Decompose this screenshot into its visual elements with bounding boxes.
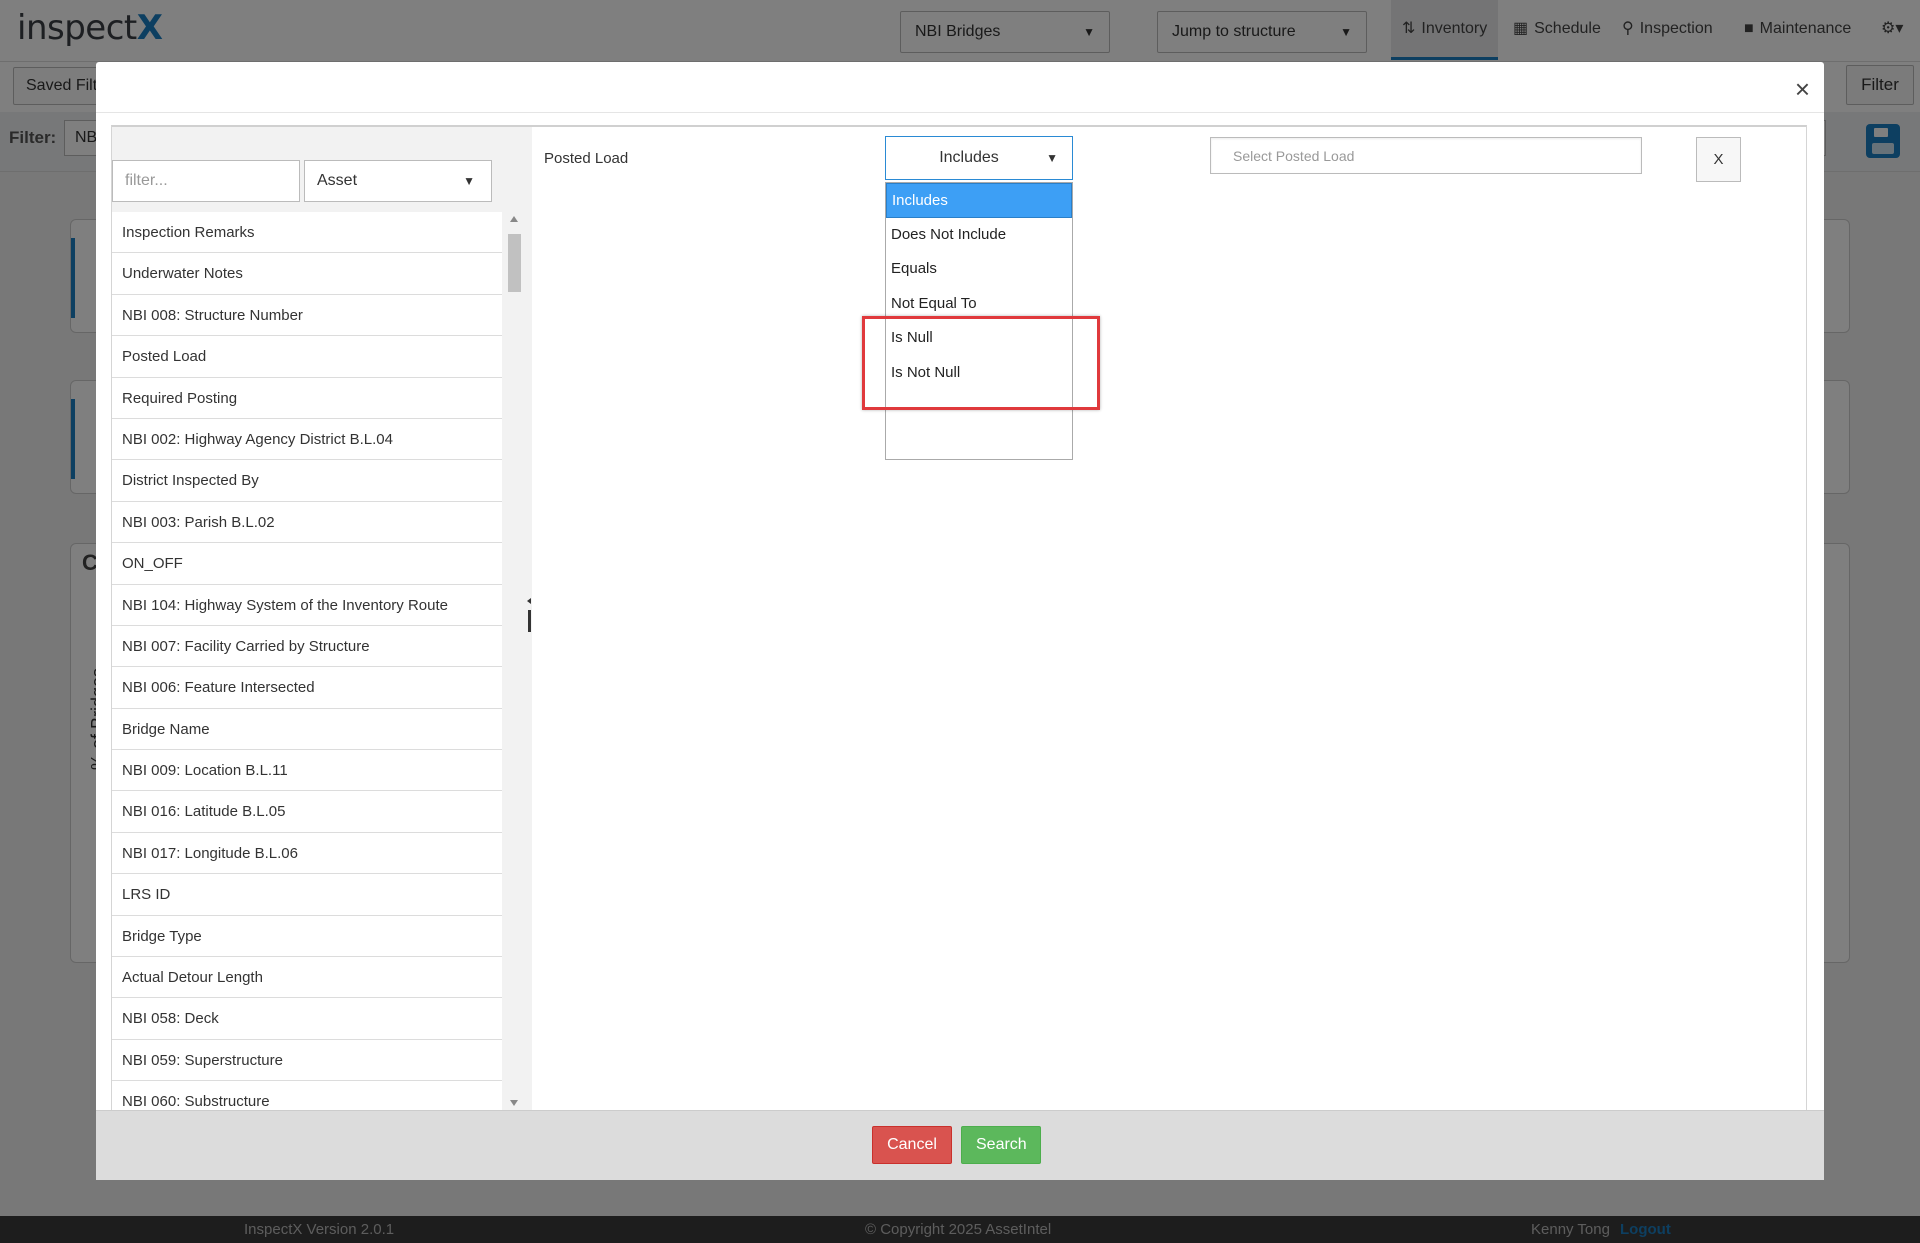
list-item[interactable]: Actual Detour Length [112,957,502,999]
category-select-value: Asset [317,172,358,189]
operator-option[interactable]: Equals [886,252,1072,287]
list-item[interactable]: NBI 009: Location B.L.11 [112,750,502,792]
list-item[interactable]: Inspection Remarks [112,212,502,254]
operator-option[interactable]: Does Not Include [886,218,1072,253]
search-button[interactable]: Search [961,1126,1041,1164]
chevron-down-icon: ▼ [463,174,475,188]
cancel-button[interactable]: Cancel [872,1126,952,1164]
field-category-select[interactable]: Asset ▼ [304,160,492,202]
list-item[interactable]: NBI 006: Feature Intersected [112,667,502,709]
list-item[interactable]: District Inspected By [112,460,502,502]
list-item[interactable]: Required Posting [112,377,502,419]
scroll-up-arrow-icon[interactable] [510,216,518,222]
list-item[interactable]: NBI 060: Substructure [112,1081,502,1110]
list-item[interactable]: NBI 002: Highway Agency District B.L.04 [112,418,502,461]
list-item[interactable]: ON_OFF [112,543,502,585]
list-item[interactable]: NBI 016: Latitude B.L.05 [112,791,502,833]
list-item[interactable]: NBI 017: Longitude B.L.06 [112,832,502,875]
list-item[interactable]: NBI 058: Deck [112,998,502,1040]
operator-option[interactable]: Includes [886,183,1072,218]
list-item[interactable]: NBI 059: Superstructure [112,1039,502,1082]
list-item[interactable]: Underwater Notes [112,253,502,295]
field-list-scrollbar[interactable] [506,212,522,1110]
posted-load-value-input[interactable] [1210,137,1642,174]
annotation-highlight-box [862,316,1100,410]
remove-criterion-button[interactable]: X [1696,137,1741,182]
criterion-field-label: Posted Load [544,150,629,167]
field-list: Inspection Remarks Underwater Notes NBI 00… [112,212,502,1110]
list-item[interactable]: NBI 007: Facility Carried by Structure [112,625,502,668]
operator-select-value: Includes [939,149,999,166]
list-item[interactable]: LRS ID [112,874,502,916]
list-item[interactable]: NBI 008: Structure Number [112,294,502,337]
scroll-thumb[interactable] [508,234,521,292]
operator-select[interactable]: Includes ▼ [885,136,1073,180]
pane-resize-handle[interactable] [527,598,531,632]
modal-footer: Cancel Search [96,1110,1824,1180]
list-item[interactable]: NBI 104: Highway System of the Inventory… [112,584,502,626]
scroll-down-arrow-icon[interactable] [510,1100,518,1106]
list-item[interactable]: Posted Load [112,336,502,378]
chevron-down-icon: ▼ [1046,151,1058,165]
list-item[interactable]: NBI 003: Parish B.L.02 [112,501,502,544]
list-item[interactable]: Bridge Name [112,708,502,751]
list-item[interactable]: Bridge Type [112,915,502,958]
advanced-filter-modal: × Asset ▼ Inspection RemarksUnderwater N… [96,62,1824,1180]
field-filter-input[interactable] [112,160,300,202]
close-icon[interactable]: × [1795,74,1810,105]
